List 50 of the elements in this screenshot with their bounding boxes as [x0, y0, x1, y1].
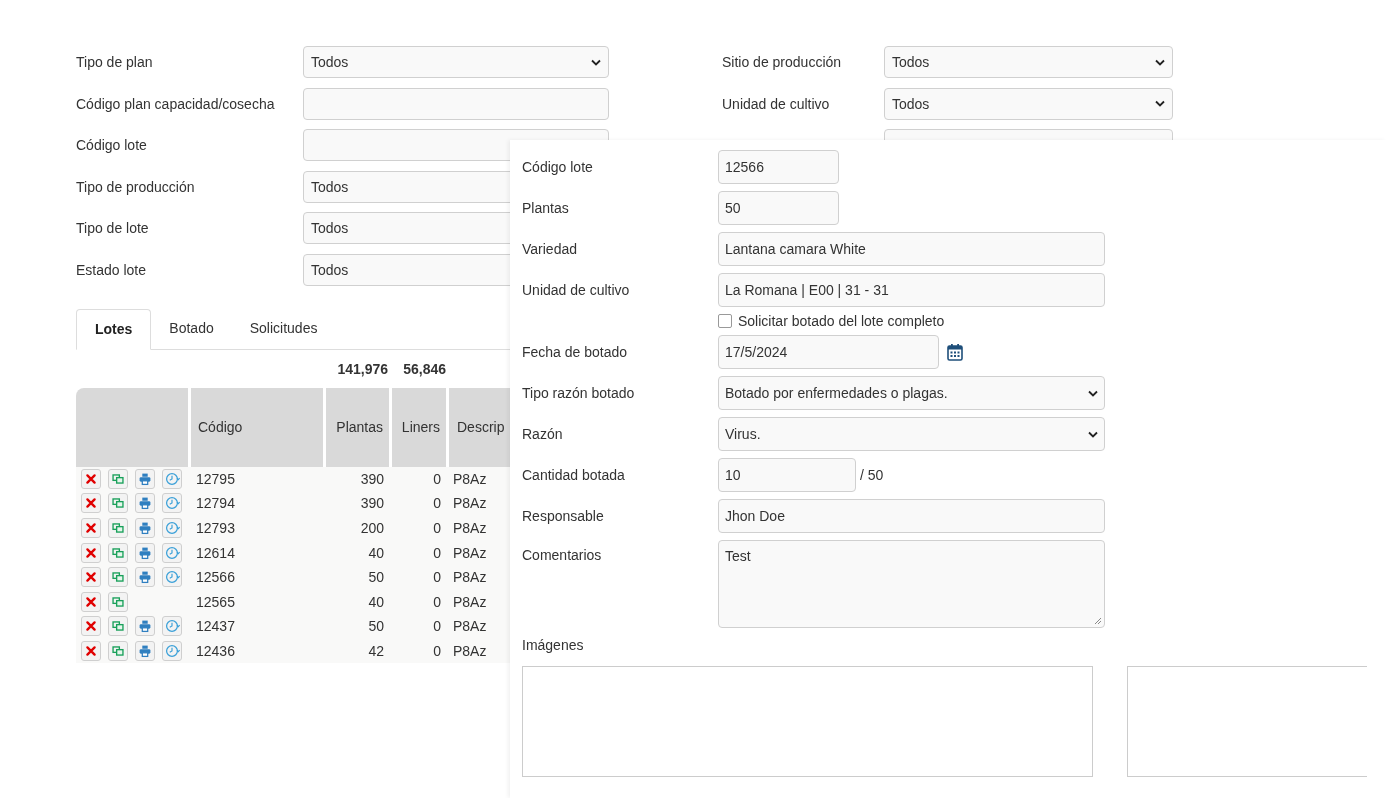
table-cell-text: 40: [367, 544, 385, 561]
table-cell-text: 50: [367, 618, 385, 635]
field-label: Cantidad botada: [522, 467, 626, 483]
total-value: 56,846: [402, 360, 447, 377]
table-cell-text: 0: [432, 642, 442, 659]
table-cell-text: 0: [432, 520, 442, 536]
field-label: Tipo de lote: [76, 220, 150, 236]
table-cell-text: P8Az: [452, 569, 488, 586]
table-cell-text: 12436: [195, 642, 236, 659]
table-cell-text: 12793: [195, 520, 236, 536]
table-cell-text: 0: [432, 470, 442, 487]
table-cell-text: P8Az: [452, 470, 488, 487]
table-cell-text: 390: [359, 495, 385, 512]
field-label: Unidad de cultivo: [722, 95, 831, 112]
table-cell-text: 40: [367, 593, 385, 610]
field-label: Tipo de producción: [76, 178, 196, 195]
table-cell-text: 0: [432, 544, 442, 561]
table-cell-text: P8Az: [452, 495, 488, 512]
table-cell-text: 0: [432, 593, 442, 610]
field-label: Tipo razón botado: [522, 385, 636, 401]
field-label: Tipo de plan: [76, 54, 154, 70]
table-cell-text: P8Az: [452, 642, 488, 659]
table-cell-text: 390: [359, 470, 385, 487]
table-cell-text: P8Az: [452, 544, 488, 561]
table-cell-text: 0: [432, 495, 442, 512]
table-cell-text: P8Az: [452, 618, 488, 635]
field-label: Comentarios: [522, 546, 603, 563]
table-cell-text: 12437: [195, 618, 236, 635]
table-cell-text: 200: [359, 520, 385, 536]
table-cell-text: 12794: [195, 495, 236, 512]
table-cell-text: 12566: [195, 569, 236, 586]
field-label: Imágenes: [522, 637, 585, 655]
field-label: Sitio de producción: [722, 54, 843, 70]
field-label: Código plan capacidad/cosecha: [76, 95, 276, 112]
field-label: Responsable: [522, 508, 605, 524]
field-label: Estado lote: [76, 261, 148, 278]
table-cell-text: 12614: [195, 544, 236, 561]
field-label: Razón: [522, 426, 564, 442]
table-cell-text: 12795: [195, 470, 236, 487]
quantity-total: / 50: [860, 467, 884, 483]
field-label: Fecha de botado: [522, 344, 629, 360]
table-cell-text: 12565: [195, 593, 236, 610]
table-cell-text: P8Az: [452, 520, 488, 536]
table-cell-text: 42: [367, 642, 385, 659]
table-cell-text: 0: [432, 618, 442, 635]
table-cell-text: 0: [432, 569, 442, 586]
total-value: 141,976: [336, 360, 389, 377]
table-cell-text: P8Az: [452, 593, 488, 610]
field-label: Código lote: [76, 137, 148, 153]
table-cell-text: 50: [367, 569, 385, 586]
